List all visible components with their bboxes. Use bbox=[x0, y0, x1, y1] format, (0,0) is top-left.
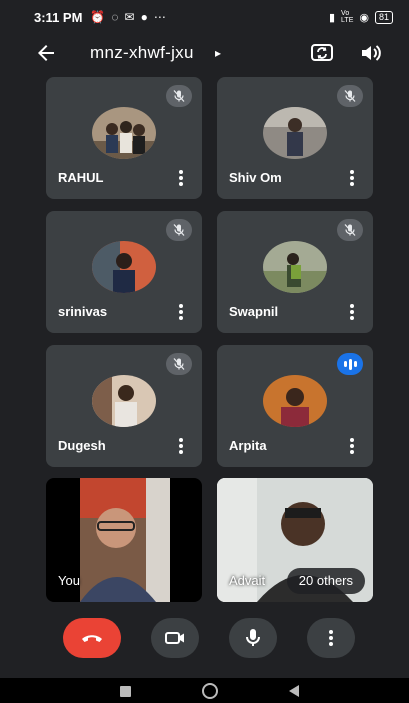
more-vert-icon[interactable] bbox=[349, 303, 355, 321]
participant-tile[interactable]: Arpita bbox=[217, 345, 373, 467]
status-right: ▮ Vo LTE ◉ 81 bbox=[329, 10, 393, 24]
call-controls bbox=[0, 614, 409, 670]
self-label: You bbox=[58, 573, 80, 588]
alarm-icon: ⏰ bbox=[90, 10, 106, 24]
meeting-details-caret-icon[interactable]: ▸ bbox=[215, 46, 221, 60]
more-vert-icon[interactable] bbox=[178, 437, 184, 455]
signal-icon: ▮ bbox=[328, 11, 336, 24]
participant-tile[interactable]: Shiv Om bbox=[217, 77, 373, 199]
back-icon[interactable] bbox=[289, 685, 299, 697]
participant-name: Arpita bbox=[229, 438, 267, 453]
mic-icon bbox=[246, 629, 260, 646]
others-count-button[interactable]: 20 others bbox=[286, 568, 365, 594]
avatar bbox=[263, 241, 327, 293]
end-call-button[interactable] bbox=[63, 618, 121, 658]
participant-name: RAHUL bbox=[58, 170, 104, 185]
more-vert-icon[interactable] bbox=[349, 169, 355, 187]
more-vert-icon[interactable] bbox=[349, 437, 355, 455]
participant-video-name: Advait bbox=[229, 573, 266, 588]
participant-tile[interactable]: Dugesh bbox=[46, 345, 202, 467]
avatar bbox=[92, 241, 156, 293]
wifi-icon: ◉ bbox=[359, 11, 369, 24]
avatar bbox=[263, 375, 327, 427]
system-nav-bar bbox=[0, 678, 409, 703]
mic-off-icon bbox=[166, 85, 192, 107]
participant-name: Swapnil bbox=[229, 304, 279, 319]
avatar bbox=[263, 107, 327, 159]
volte-icon: Vo LTE bbox=[341, 10, 354, 24]
status-time: 3:11 PM bbox=[34, 9, 83, 25]
participant-tile[interactable]: srinivas bbox=[46, 211, 202, 333]
more-vert-icon[interactable] bbox=[178, 169, 184, 187]
end-call-icon bbox=[82, 635, 102, 642]
self-video-tile[interactable]: You bbox=[46, 478, 202, 602]
status-bar: 3:11 PM ⏰ ◌ ✉ ● ⋯ ▮ Vo LTE ◉ 81 bbox=[0, 0, 409, 34]
participant-tile[interactable]: Swapnil bbox=[217, 211, 373, 333]
switch-camera-icon[interactable] bbox=[308, 39, 336, 67]
participant-tile[interactable]: RAHUL bbox=[46, 77, 202, 199]
battery-indicator: 81 bbox=[374, 10, 393, 24]
camera-toggle-button[interactable] bbox=[151, 618, 199, 658]
participant-video-tile[interactable]: Advait 20 others bbox=[217, 478, 373, 602]
participant-name: Dugesh bbox=[58, 438, 106, 453]
more-notifications-icon: ⋯ bbox=[153, 10, 166, 24]
mic-off-icon bbox=[166, 353, 192, 375]
mic-off-icon bbox=[166, 219, 192, 241]
mic-off-icon bbox=[337, 85, 363, 107]
camera-icon bbox=[165, 632, 184, 644]
avatar bbox=[92, 107, 156, 159]
meeting-header: mnz-xhwf-jxu ▸ bbox=[0, 34, 409, 72]
speaking-indicator-icon bbox=[337, 353, 363, 375]
app-icon: ● bbox=[140, 10, 148, 24]
home-icon[interactable] bbox=[202, 683, 218, 699]
more-vert-icon bbox=[329, 630, 333, 646]
speaker-icon[interactable] bbox=[357, 39, 385, 67]
recent-apps-icon[interactable] bbox=[120, 686, 131, 697]
mic-off-icon bbox=[337, 219, 363, 241]
more-options-button[interactable] bbox=[307, 618, 355, 658]
mic-toggle-button[interactable] bbox=[229, 618, 277, 658]
more-vert-icon[interactable] bbox=[178, 303, 184, 321]
avatar bbox=[92, 375, 156, 427]
notification-icons: ⏰ ◌ ✉ ● ⋯ bbox=[90, 10, 165, 24]
participant-name: Shiv Om bbox=[229, 170, 282, 185]
participant-name: srinivas bbox=[58, 304, 108, 319]
back-arrow-icon[interactable] bbox=[34, 41, 58, 65]
meeting-code[interactable]: mnz-xhwf-jxu bbox=[90, 43, 194, 63]
mail-icon: ✉ bbox=[124, 10, 135, 24]
message-icon: ◌ bbox=[111, 10, 119, 24]
